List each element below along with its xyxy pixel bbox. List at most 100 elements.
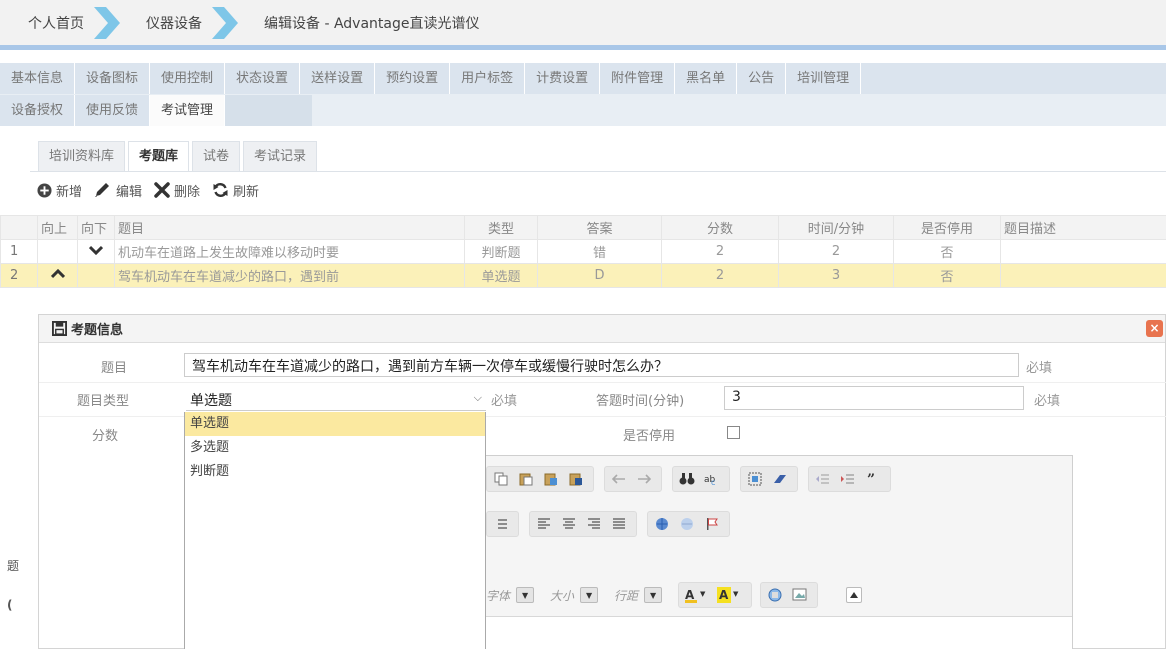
editor-undo-group xyxy=(604,466,662,492)
background-color-icon[interactable]: A ▼ xyxy=(715,584,745,606)
chevron-down-icon: ▼ xyxy=(516,587,535,603)
tab-training[interactable]: 培训管理 xyxy=(786,63,862,94)
question-type-select[interactable]: 单选题 ⌵ xyxy=(186,387,486,411)
font-size-combo[interactable]: 大小 ▼ xyxy=(550,587,599,604)
disabled-checkbox[interactable] xyxy=(727,426,740,439)
add-button[interactable]: 新增 xyxy=(37,181,82,200)
option-true-false[interactable]: 判断题 xyxy=(185,460,485,484)
indent-icon[interactable] xyxy=(837,468,859,490)
tab-user-tags[interactable]: 用户标签 xyxy=(450,63,526,94)
select-all-icon[interactable] xyxy=(744,468,766,490)
tab-exam-management[interactable]: 考试管理 xyxy=(150,95,226,126)
tab-attachments[interactable]: 附件管理 xyxy=(600,63,676,94)
main-tabs-row-1: 基本信息 设备图标 使用控制 状态设置 送样设置 预约设置 用户标签 计费设置 … xyxy=(0,63,1166,94)
tab-usage-control[interactable]: 使用控制 xyxy=(150,63,226,94)
editor-list-group xyxy=(486,511,519,537)
move-down-button[interactable] xyxy=(77,239,115,264)
chevron-down-icon: ▼ xyxy=(580,587,599,603)
option-multiple-choice[interactable]: 多选题 xyxy=(185,436,485,460)
svg-text:A: A xyxy=(685,588,695,602)
question-type-label: 题目类型 xyxy=(77,394,130,409)
align-left-icon[interactable] xyxy=(533,513,555,535)
col-header-move-up[interactable]: 向上 xyxy=(37,215,78,240)
col-header-answer[interactable]: 答案 xyxy=(537,215,662,240)
editor-align-group xyxy=(529,511,637,537)
align-center-icon[interactable] xyxy=(558,513,580,535)
anchor-flag-icon[interactable] xyxy=(701,513,723,535)
svg-text:”: ” xyxy=(867,473,875,485)
copy-icon[interactable] xyxy=(490,468,512,490)
line-height-combo[interactable]: 行距 ▼ xyxy=(614,587,663,604)
redo-icon[interactable] xyxy=(633,468,655,490)
tab-basic-info[interactable]: 基本信息 xyxy=(0,63,76,94)
editor-content-area[interactable] xyxy=(482,616,1072,649)
delete-button[interactable]: 删除 xyxy=(154,181,200,200)
breadcrumb-devices-label: 仪器设备 xyxy=(146,15,202,32)
maximize-icon[interactable] xyxy=(846,587,863,603)
find-icon[interactable] xyxy=(676,468,698,490)
col-header-move-down[interactable]: 向下 xyxy=(77,215,115,240)
align-justify-icon[interactable] xyxy=(608,513,630,535)
tab-billing-settings[interactable]: 计费设置 xyxy=(525,63,601,94)
tab-announcements[interactable]: 公告 xyxy=(737,63,787,94)
paste-word-icon[interactable] xyxy=(565,468,587,490)
edit-button-label: 编辑 xyxy=(116,184,143,200)
subtab-training-materials[interactable]: 培训资料库 xyxy=(38,141,126,171)
table-row[interactable]: 1 机动车在道路上发生故障难以移动时要 判断题 错 2 2 否 xyxy=(0,239,1166,264)
col-header-description[interactable]: 题目描述 xyxy=(1000,215,1166,240)
subtab-exam-records[interactable]: 考试记录 xyxy=(243,141,318,171)
insert-media-icon[interactable] xyxy=(764,584,786,606)
grid-header-row: 向上 向下 题目 类型 答案 分数 时间/分钟 是否停用 题目描述 xyxy=(0,215,1166,240)
col-header-type[interactable]: 类型 xyxy=(464,215,538,240)
insert-image-icon[interactable] xyxy=(789,584,811,606)
question-description-cell xyxy=(1000,263,1166,288)
subtab-exam-papers[interactable]: 试卷 xyxy=(192,141,241,171)
breadcrumb-devices[interactable]: 仪器设备 xyxy=(106,1,238,45)
blockquote-icon[interactable]: ” xyxy=(862,468,884,490)
undo-icon[interactable] xyxy=(608,468,630,490)
tab-sample-settings[interactable]: 送样设置 xyxy=(300,63,376,94)
eraser-icon[interactable] xyxy=(769,468,791,490)
table-row-selected[interactable]: 2 驾车机动车在车道减少的路口，遇到前 单选题 D 2 3 否 xyxy=(0,263,1166,288)
question-grid: 向上 向下 题目 类型 答案 分数 时间/分钟 是否停用 题目描述 1 机动车在… xyxy=(0,215,1166,288)
paste-icon[interactable] xyxy=(515,468,537,490)
time-required-hint: 必填 xyxy=(1034,394,1061,409)
move-up-button[interactable] xyxy=(37,263,78,288)
question-disabled-cell: 否 xyxy=(893,239,1001,264)
answer-time-input[interactable]: 3 xyxy=(724,386,1024,410)
tab-blacklist[interactable]: 黑名单 xyxy=(675,63,738,94)
paste-text-icon[interactable] xyxy=(540,468,562,490)
refresh-button[interactable]: 刷新 xyxy=(212,181,259,200)
col-header-title[interactable]: 题目 xyxy=(114,215,465,240)
tab-usage-feedback[interactable]: 使用反馈 xyxy=(75,95,151,126)
breadcrumb-home[interactable]: 个人首页 xyxy=(0,1,120,45)
replace-icon[interactable]: ab c xyxy=(701,468,723,490)
col-header-time[interactable]: 时间/分钟 xyxy=(778,215,894,240)
breadcrumb: 个人首页 仪器设备 编辑设备 - Advantage直读光谱仪 xyxy=(0,0,1166,50)
tab-status-settings[interactable]: 状态设置 xyxy=(225,63,301,94)
align-right-icon[interactable] xyxy=(583,513,605,535)
col-header-score[interactable]: 分数 xyxy=(661,215,779,240)
question-info-dialog: 考题信息 × 题目 驾车机动车在车道减少的路口，遇到前方车辆一次停车或缓慢行驶时… xyxy=(38,314,1166,649)
col-header-rownum xyxy=(0,215,38,240)
question-type-cell: 单选题 xyxy=(464,263,538,288)
col-header-disabled[interactable]: 是否停用 xyxy=(893,215,1001,240)
close-button[interactable]: × xyxy=(1146,320,1163,337)
edit-button[interactable]: 编辑 xyxy=(94,181,142,200)
link-icon[interactable] xyxy=(651,513,673,535)
outdent-icon[interactable] xyxy=(812,468,834,490)
tab-device-authorization[interactable]: 设备授权 xyxy=(0,95,76,126)
subtab-question-bank[interactable]: 考题库 xyxy=(128,141,190,171)
font-family-combo[interactable]: 字体 ▼ xyxy=(486,587,535,604)
svg-text:A: A xyxy=(719,588,729,602)
option-single-choice[interactable]: 单选题 xyxy=(185,412,485,436)
tab-device-icon[interactable]: 设备图标 xyxy=(75,63,151,94)
unlink-icon[interactable] xyxy=(676,513,698,535)
tab-booking-settings[interactable]: 预约设置 xyxy=(375,63,451,94)
question-input[interactable]: 驾车机动车在车道减少的路口，遇到前方车辆一次停车或缓慢行驶时怎么办？ xyxy=(184,353,1019,377)
bulleted-list-icon[interactable] xyxy=(490,513,512,535)
question-answer-cell: 错 xyxy=(537,239,662,264)
text-color-icon[interactable]: A ▼ xyxy=(682,584,712,606)
editor-select-group xyxy=(740,466,798,492)
move-down-cell xyxy=(77,263,115,288)
